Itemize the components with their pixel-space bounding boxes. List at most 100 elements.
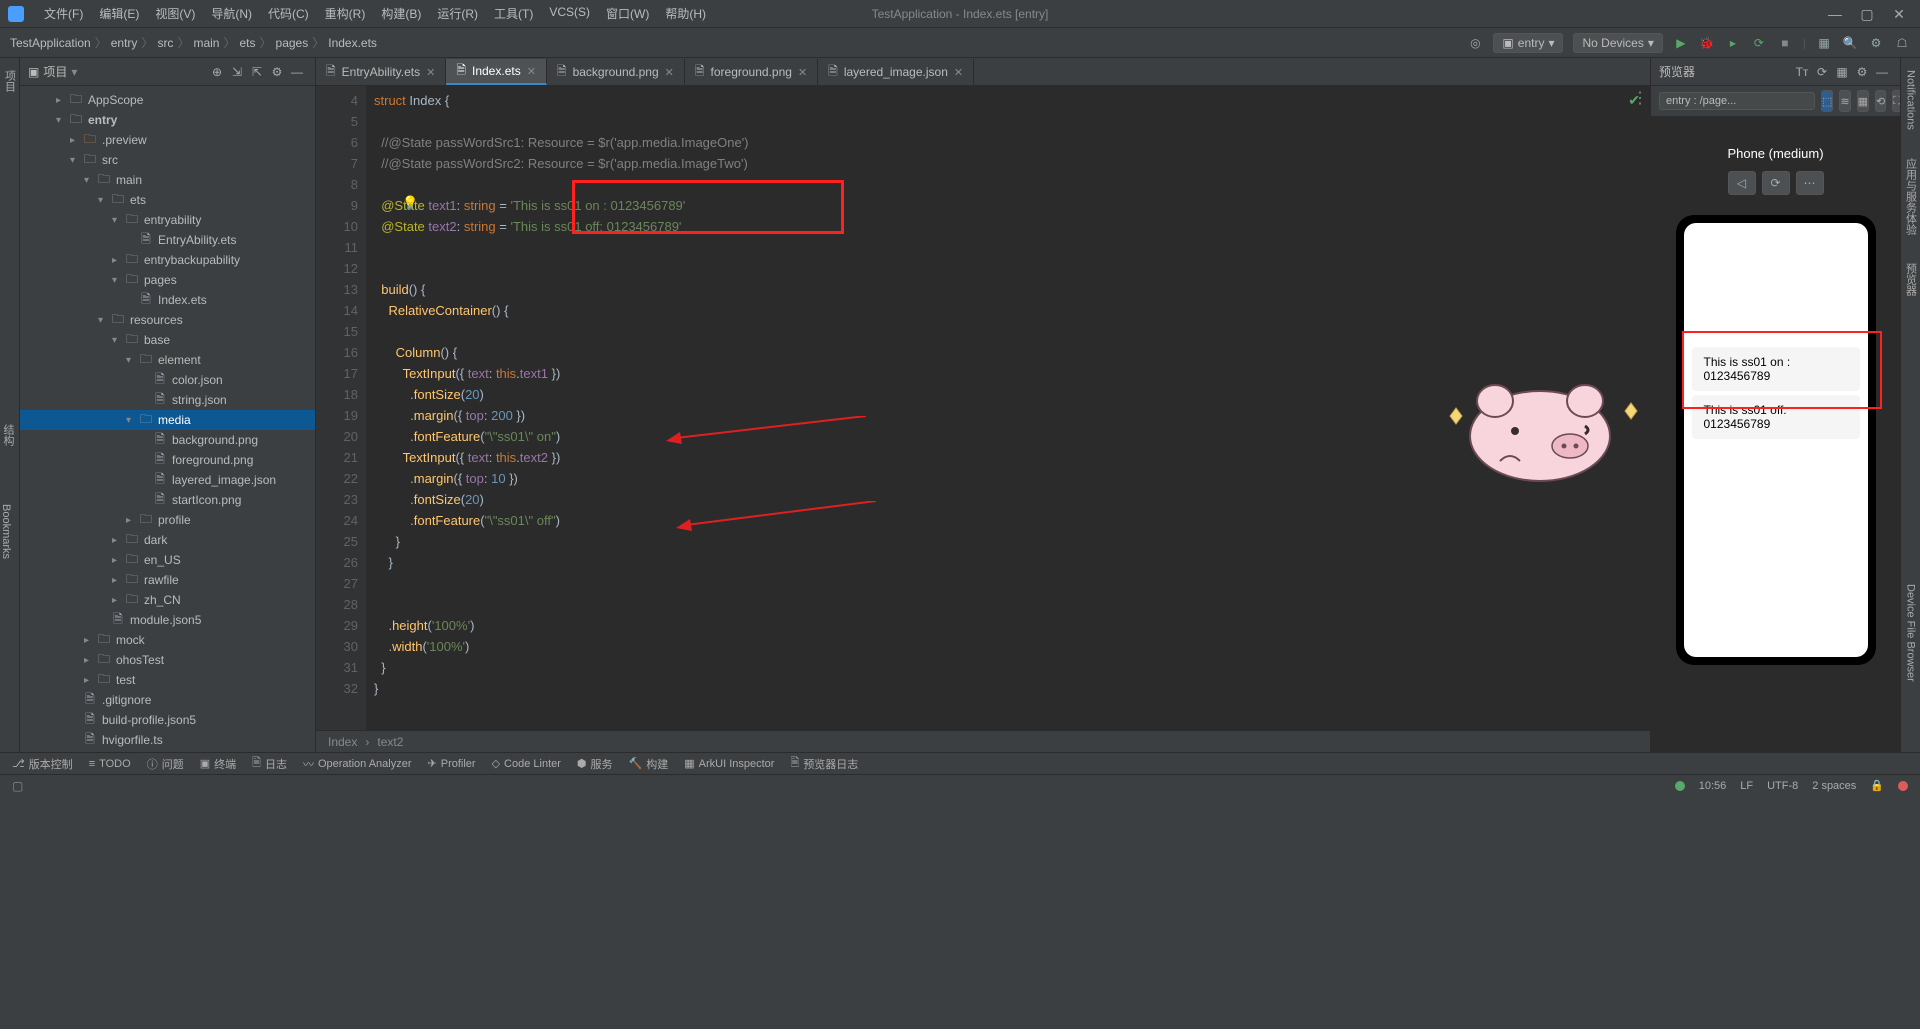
notifications-icon[interactable]: ☖: [1894, 35, 1910, 51]
breadcrumb-item[interactable]: ets: [239, 36, 255, 50]
editor-tab[interactable]: 🗎background.png✕: [547, 59, 685, 85]
status-icon[interactable]: ▢: [12, 779, 23, 793]
tool-window-button[interactable]: ▦ArkUI Inspector: [684, 757, 774, 770]
tree-row[interactable]: 🗎foreground.png: [20, 450, 315, 470]
tree-row[interactable]: ▸🗀dark: [20, 530, 315, 550]
code-line[interactable]: struct Index {: [366, 90, 1650, 111]
tree-row[interactable]: 🗎.gitignore: [20, 690, 315, 710]
tree-row[interactable]: 🗎build-profile.json5: [20, 710, 315, 730]
tree-row[interactable]: ▾🗀element: [20, 350, 315, 370]
menu-item[interactable]: 代码(C): [260, 5, 317, 22]
tree-row[interactable]: ▸🗀ohosTest: [20, 650, 315, 670]
close-tab-icon[interactable]: ✕: [798, 66, 807, 79]
editor-menu-icon[interactable]: ⋮: [1632, 88, 1648, 108]
status-error-icon[interactable]: [1898, 781, 1908, 791]
menu-item[interactable]: 视图(V): [147, 5, 203, 22]
refresh-icon[interactable]: ⟳: [1812, 65, 1832, 79]
more-icon[interactable]: ⋯: [1796, 171, 1824, 195]
tool-window-button[interactable]: ▣终端: [200, 756, 236, 772]
editor-tab[interactable]: 🗎Index.ets✕: [446, 59, 547, 85]
intention-bulb-icon[interactable]: 💡: [402, 195, 418, 211]
minimize-button[interactable]: —: [1828, 7, 1842, 21]
previewer-tool-button[interactable]: 预览器: [1903, 259, 1919, 300]
tree-row[interactable]: ▾🗀resources: [20, 310, 315, 330]
expand-icon[interactable]: ⇲: [227, 62, 247, 82]
code-line[interactable]: .fontFeature("\"ss01\" on"): [366, 426, 1650, 447]
close-button[interactable]: ✕: [1892, 7, 1906, 21]
code-line[interactable]: //@State passWordSrc2: Resource = $r('ap…: [366, 153, 1650, 174]
breadcrumb-item[interactable]: text2: [377, 735, 403, 749]
code-line[interactable]: build() {: [366, 279, 1650, 300]
code-line[interactable]: RelativeContainer() {: [366, 300, 1650, 321]
code-line[interactable]: //@State passWordSrc1: Resource = $r('ap…: [366, 132, 1650, 153]
layers-icon[interactable]: ≋: [1839, 90, 1850, 112]
editor-tab[interactable]: 🗎EntryAbility.ets✕: [316, 59, 446, 85]
tree-row[interactable]: 🗎Index.ets: [20, 290, 315, 310]
editor-tab[interactable]: 🗎foreground.png✕: [685, 59, 818, 85]
lock-icon[interactable]: 🔒: [1870, 779, 1884, 792]
code-line[interactable]: .width('100%'): [366, 636, 1650, 657]
code-line[interactable]: [366, 573, 1650, 594]
rotate-device-icon[interactable]: ⟳: [1762, 171, 1790, 195]
tree-row[interactable]: 🗎background.png: [20, 430, 315, 450]
project-tree[interactable]: ▸🗀AppScope▾🗀entry▸🗀.preview▾🗀src▾🗀main▾🗀…: [20, 86, 315, 752]
code-line[interactable]: .fontFeature("\"ss01\" off"): [366, 510, 1650, 531]
hide-icon[interactable]: —: [287, 62, 307, 82]
coverage-icon[interactable]: ▸: [1725, 35, 1741, 51]
breadcrumb-item[interactable]: main: [193, 36, 219, 50]
back-icon[interactable]: ◁: [1728, 171, 1756, 195]
app-service-tool-button[interactable]: 应用与服务体验: [1903, 154, 1919, 239]
tree-row[interactable]: 🗎string.json: [20, 390, 315, 410]
tree-row[interactable]: ▾🗀src: [20, 150, 315, 170]
tree-row[interactable]: 🗎module.json5: [20, 610, 315, 630]
code-line[interactable]: [366, 321, 1650, 342]
code-line[interactable]: .fontSize(20): [366, 489, 1650, 510]
close-tab-icon[interactable]: ✕: [954, 66, 963, 79]
menu-item[interactable]: 运行(R): [429, 5, 486, 22]
code-line[interactable]: @State text1: string = 'This is ss01 on …: [366, 195, 1650, 216]
grid-icon[interactable]: ▦: [1857, 90, 1869, 112]
inspect-icon[interactable]: ▦: [1832, 65, 1852, 79]
code-line[interactable]: .margin({ top: 10 }): [366, 468, 1650, 489]
code-line[interactable]: [366, 258, 1650, 279]
editor-breadcrumb[interactable]: Index › text2: [316, 730, 1650, 752]
search-icon[interactable]: 🔍: [1842, 35, 1858, 51]
code-line[interactable]: [366, 111, 1650, 132]
code-line[interactable]: TextInput({ text: this.text1 }): [366, 363, 1650, 384]
code-line[interactable]: [366, 594, 1650, 615]
breadcrumb-item[interactable]: TestApplication: [10, 36, 91, 50]
device-selector[interactable]: No Devices ▾: [1573, 33, 1662, 53]
breadcrumb-item[interactable]: pages: [276, 36, 309, 50]
hide-icon[interactable]: —: [1872, 65, 1892, 79]
project-tool-button[interactable]: 项目: [2, 66, 18, 96]
tool-window-button[interactable]: 🔨构建: [629, 756, 669, 772]
code-line[interactable]: .margin({ top: 200 }): [366, 405, 1650, 426]
tree-row[interactable]: ▸🗀test: [20, 670, 315, 690]
settings-icon[interactable]: ⚙: [267, 62, 287, 82]
tool-window-button[interactable]: 〰Operation Analyzer: [303, 756, 412, 772]
tree-row[interactable]: ▸🗀.preview: [20, 130, 315, 150]
tree-row[interactable]: ▸🗀AppScope: [20, 90, 315, 110]
code-editor[interactable]: 4567891011121314151617181920212223242526…: [316, 86, 1650, 730]
code-line[interactable]: [366, 174, 1650, 195]
phone-screen[interactable]: This is ss01 on : 0123456789 This is ss0…: [1684, 223, 1868, 657]
stop-icon[interactable]: ■: [1777, 35, 1793, 51]
tool-window-button[interactable]: ⎇版本控制: [12, 756, 73, 772]
tree-row[interactable]: ▾🗀media: [20, 410, 315, 430]
text-icon[interactable]: Tт: [1792, 65, 1812, 79]
refresh-icon[interactable]: ⟳: [1751, 35, 1767, 51]
collapse-icon[interactable]: ⇱: [247, 62, 267, 82]
menu-item[interactable]: 构建(B): [373, 5, 429, 22]
maximize-button[interactable]: ▢: [1860, 7, 1874, 21]
breadcrumb-item[interactable]: src: [157, 36, 173, 50]
locate-icon[interactable]: ⊕: [207, 62, 227, 82]
menu-item[interactable]: 重构(R): [317, 5, 374, 22]
code-line[interactable]: }: [366, 657, 1650, 678]
code-line[interactable]: }: [366, 678, 1650, 699]
tool-window-button[interactable]: 🗎预览器日志: [790, 754, 858, 773]
tree-row[interactable]: ▸🗀en_US: [20, 550, 315, 570]
breadcrumb-item[interactable]: Index: [328, 735, 357, 749]
tree-row[interactable]: ▸🗀rawfile: [20, 570, 315, 590]
run-config-selector[interactable]: ▣ entry ▾: [1493, 33, 1563, 53]
tree-row[interactable]: ▾🗀base: [20, 330, 315, 350]
